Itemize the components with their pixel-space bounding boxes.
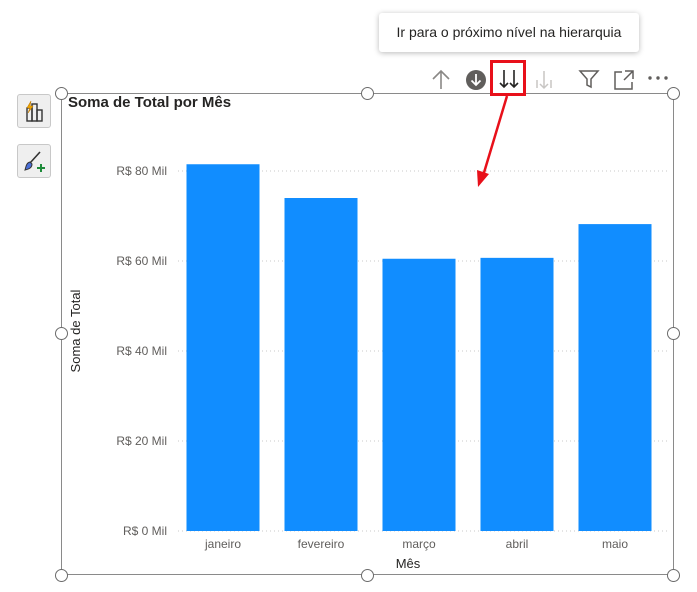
y-tick-label: R$ 80 Mil [116, 164, 167, 178]
x-tick-label: janeiro [204, 537, 241, 551]
y-tick-label: R$ 20 Mil [116, 434, 167, 448]
x-tick-label: abril [506, 537, 529, 551]
x-tick-label: março [402, 537, 436, 551]
y-axis-label: Soma de Total [68, 289, 83, 372]
highlight-box [490, 60, 526, 96]
bars [186, 164, 652, 531]
bar-abril[interactable] [480, 257, 554, 531]
bar-chart: R$ 0 Mil R$ 20 Mil R$ 40 Mil R$ 60 Mil R$ 80… [68, 95, 668, 571]
bar-maio[interactable] [578, 224, 652, 531]
bar-janeiro[interactable] [186, 164, 260, 531]
bar-março[interactable] [382, 258, 456, 531]
y-tick-label: R$ 40 Mil [116, 344, 167, 358]
y-tick-label: R$ 0 Mil [123, 524, 167, 538]
x-tick-label: maio [602, 537, 628, 551]
bar-fevereiro[interactable] [284, 198, 358, 531]
x-axis-label: Mês [396, 556, 421, 571]
x-axis-ticks: janeiro fevereiro março abril maio [204, 537, 628, 551]
x-tick-label: fevereiro [298, 537, 345, 551]
y-axis-ticks: R$ 0 Mil R$ 20 Mil R$ 40 Mil R$ 60 Mil R$ 80… [116, 164, 167, 538]
annotation-arrow [477, 95, 509, 187]
y-tick-label: R$ 60 Mil [116, 254, 167, 268]
